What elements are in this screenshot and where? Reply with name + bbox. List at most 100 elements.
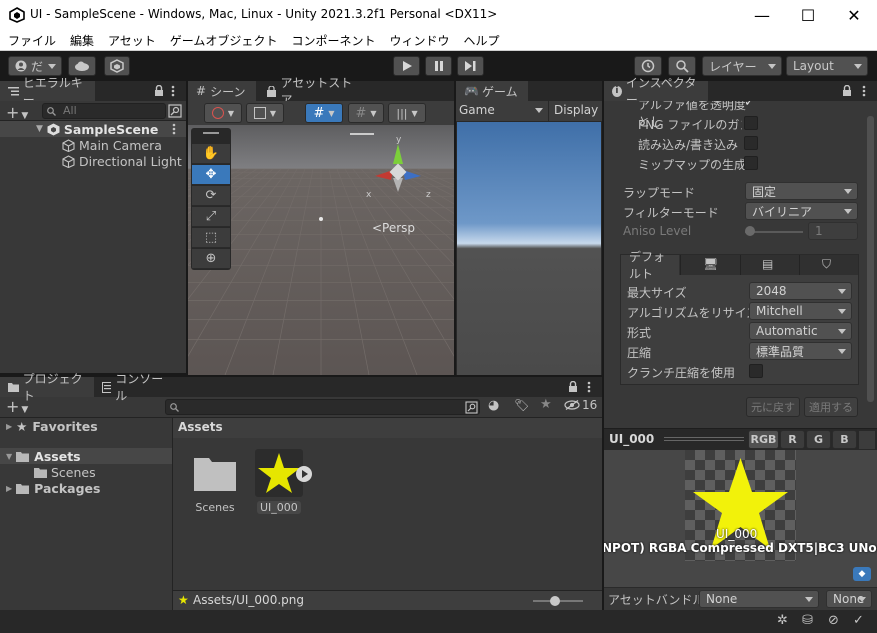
asset-item-scenes[interactable]: Scenes bbox=[188, 449, 242, 517]
apply-button[interactable]: 適用する bbox=[804, 397, 858, 417]
scale-tool-button[interactable]: ⤢ bbox=[192, 207, 230, 227]
rotate-tool-button[interactable]: ⟳ bbox=[192, 186, 230, 206]
lock-icon[interactable] bbox=[154, 85, 164, 97]
wrap-mode-dropdown[interactable]: 固定 bbox=[745, 182, 858, 200]
menu-item-4[interactable]: コンポーネント bbox=[283, 32, 381, 49]
label-tag-icon[interactable]: 🏷 bbox=[514, 398, 529, 412]
revert-button[interactable]: 元に戻す bbox=[746, 397, 800, 417]
asset-bundle-variant-dropdown[interactable]: None bbox=[826, 590, 872, 608]
compression-dropdown[interactable]: 標準品質 bbox=[749, 342, 852, 360]
2d-toggle[interactable]: ▼ bbox=[246, 103, 284, 123]
channel-g-button[interactable]: G bbox=[806, 430, 831, 449]
grid-toggle[interactable]: # ▼ bbox=[348, 103, 384, 123]
drag-handle-icon[interactable] bbox=[203, 132, 219, 134]
server-icon[interactable]: ▤ bbox=[762, 257, 773, 271]
hierarchy-item-directional-light[interactable]: Directional Light bbox=[0, 153, 186, 169]
project-search-input[interactable] bbox=[165, 399, 480, 415]
tab-game[interactable]: 🎮 ゲーム bbox=[456, 81, 528, 101]
cache-icon[interactable]: ⛁ bbox=[802, 613, 813, 628]
account-dropdown[interactable]: だ bbox=[8, 56, 62, 76]
html5-icon[interactable]: ⛉ bbox=[822, 257, 831, 272]
tab-project[interactable]: プロジェクト bbox=[0, 372, 94, 403]
more-icon[interactable] bbox=[587, 381, 591, 393]
maximize-button[interactable]: ☐ bbox=[785, 0, 831, 30]
hierarchy-item-main-camera[interactable]: Main Camera bbox=[0, 137, 186, 153]
filter-type-icon[interactable]: ◕ bbox=[488, 398, 499, 413]
step-button[interactable] bbox=[457, 56, 484, 76]
rect-tool-button[interactable]: ⬚ bbox=[192, 228, 230, 248]
monitor-icon[interactable]: 🖥 bbox=[703, 257, 718, 271]
alpha-slider[interactable] bbox=[859, 431, 875, 449]
tab-console[interactable]: コンソール bbox=[94, 372, 174, 403]
cloud-button[interactable] bbox=[68, 56, 96, 76]
channel-rgb-button[interactable]: RGB bbox=[748, 430, 779, 449]
channel-b-button[interactable]: B bbox=[832, 430, 857, 449]
lock-icon[interactable] bbox=[568, 381, 578, 393]
transform-tool-button[interactable]: ⊕ bbox=[192, 249, 230, 269]
max-size-dropdown[interactable]: 2048 bbox=[749, 282, 852, 300]
history-button[interactable] bbox=[634, 56, 662, 76]
tab-scene[interactable]: # シーン bbox=[188, 81, 256, 101]
menu-item-6[interactable]: ヘルプ bbox=[455, 32, 505, 49]
format-dropdown[interactable]: Automatic bbox=[749, 322, 852, 340]
create-button[interactable]: + ▼ bbox=[6, 397, 28, 416]
zoom-slider-thumb[interactable] bbox=[550, 596, 560, 606]
tree-item-assets[interactable]: ▼ Assets bbox=[0, 448, 172, 464]
resize-algorithm-dropdown[interactable]: Mitchell bbox=[749, 302, 852, 320]
gamma-checkbox[interactable] bbox=[744, 116, 758, 130]
gizmo-toggle[interactable]: # ▼ bbox=[305, 103, 343, 123]
more-icon[interactable] bbox=[171, 85, 175, 97]
lock-icon[interactable] bbox=[842, 85, 852, 97]
tab-platform-default[interactable]: デフォルト bbox=[621, 250, 679, 281]
play-button[interactable] bbox=[393, 56, 420, 76]
asset-item-ui-000[interactable]: UI_000 bbox=[252, 449, 312, 517]
channel-r-button[interactable]: R bbox=[780, 430, 805, 449]
search-button[interactable] bbox=[668, 56, 696, 76]
no-bug-icon[interactable]: ⊘ bbox=[828, 613, 839, 628]
hidden-packages-toggle[interactable]: 16 bbox=[564, 398, 597, 412]
label-tag-icon[interactable]: ◆ bbox=[853, 567, 871, 581]
pause-button[interactable] bbox=[425, 56, 452, 76]
menu-item-3[interactable]: ゲームオブジェクト bbox=[162, 32, 284, 49]
hand-tool-button[interactable]: ✋ bbox=[192, 144, 230, 164]
game-mode-dropdown[interactable]: Game bbox=[459, 103, 545, 119]
snap-increment-dropdown[interactable]: ||| ▼ bbox=[388, 103, 426, 123]
readwrite-checkbox[interactable] bbox=[744, 136, 758, 150]
menu-item-0[interactable]: ファイル bbox=[0, 32, 62, 49]
projection-label[interactable]: <Persp bbox=[372, 221, 415, 235]
debug-icon[interactable]: ✲ bbox=[777, 613, 788, 628]
tab-asset-store[interactable]: アセットストア bbox=[258, 76, 368, 107]
asset-bundle-dropdown[interactable]: None bbox=[699, 590, 819, 608]
mipmap-checkbox[interactable] bbox=[744, 156, 758, 170]
crunch-checkbox[interactable] bbox=[749, 364, 763, 378]
more-icon[interactable] bbox=[862, 85, 866, 97]
check-icon[interactable]: ✓ bbox=[744, 101, 755, 110]
favorite-star-icon[interactable]: ★ bbox=[540, 397, 552, 412]
display-dropdown[interactable]: Display bbox=[554, 103, 598, 117]
expand-sprite-button[interactable] bbox=[296, 466, 312, 482]
search-scope-icon[interactable] bbox=[465, 401, 478, 414]
close-button[interactable]: ✕ bbox=[831, 0, 877, 30]
minimize-button[interactable]: — bbox=[739, 0, 785, 30]
menu-item-2[interactable]: アセット bbox=[100, 32, 162, 49]
search-scope-icon[interactable] bbox=[168, 104, 182, 118]
hierarchy-scene-row[interactable]: ▼ SampleScene bbox=[0, 121, 186, 137]
tab-inspector[interactable]: i インスペクター bbox=[604, 76, 708, 107]
tree-item-scenes[interactable]: Scenes bbox=[0, 464, 172, 480]
layers-dropdown[interactable]: レイヤー bbox=[702, 56, 782, 76]
menu-item-1[interactable]: 編集 bbox=[62, 32, 100, 49]
hierarchy-search-input[interactable]: All bbox=[42, 103, 166, 119]
collab-button[interactable] bbox=[104, 56, 130, 76]
draw-mode-dropdown[interactable]: ▼ bbox=[204, 103, 242, 123]
tree-item-packages[interactable]: ▶ Packages bbox=[0, 480, 172, 496]
filter-mode-dropdown[interactable]: バイリニア bbox=[745, 202, 858, 220]
orientation-gizmo[interactable]: y x z bbox=[363, 136, 433, 206]
game-viewport[interactable] bbox=[457, 122, 601, 375]
drag-handle-icon[interactable] bbox=[664, 437, 744, 441]
tab-hierarchy[interactable]: ヒエラルキー bbox=[0, 76, 95, 107]
inspector-scrollbar[interactable] bbox=[867, 116, 874, 402]
menu-item-5[interactable]: ウィンドウ bbox=[381, 32, 455, 49]
breadcrumb-item[interactable]: Assets bbox=[178, 420, 223, 434]
tree-item-favorites[interactable]: ▶ ★ Favorites bbox=[0, 418, 172, 434]
layout-dropdown[interactable]: Layout bbox=[786, 56, 868, 76]
